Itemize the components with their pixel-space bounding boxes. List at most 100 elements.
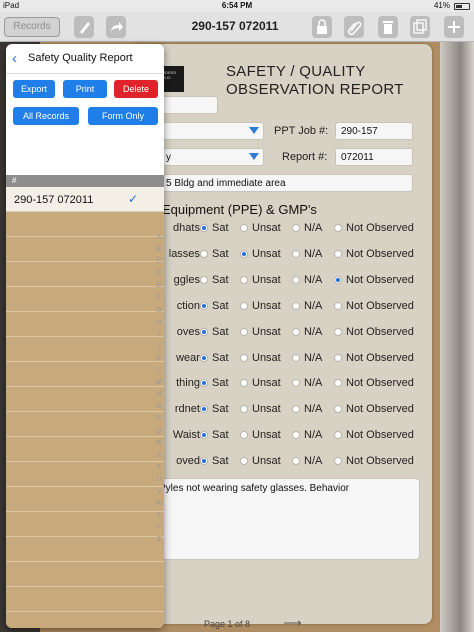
radio-option[interactable]: Not Observed xyxy=(334,429,414,441)
radio-option[interactable]: Sat xyxy=(200,377,229,389)
index-letter[interactable]: L xyxy=(154,365,164,377)
ppt-job-field[interactable]: 290-157 xyxy=(335,122,413,140)
radio-button-icon[interactable] xyxy=(292,457,300,466)
index-letter[interactable]: R xyxy=(154,438,164,450)
next-page-arrow-icon[interactable]: ⟶ xyxy=(283,615,302,631)
index-letter[interactable]: V xyxy=(154,486,164,498)
radio-option[interactable]: Sat xyxy=(200,455,229,467)
index-letter[interactable]: T xyxy=(154,462,164,474)
pencil-icon[interactable] xyxy=(74,16,94,38)
radio-button-icon[interactable] xyxy=(240,353,248,362)
radio-button-icon[interactable] xyxy=(334,275,342,284)
radio-button-icon[interactable] xyxy=(292,431,300,440)
radio-button-icon[interactable] xyxy=(292,249,300,258)
index-letter[interactable]: Z xyxy=(154,534,164,546)
radio-option[interactable]: Not Observed xyxy=(334,455,414,467)
index-letter[interactable]: S xyxy=(154,450,164,462)
radio-option[interactable]: N/A xyxy=(292,248,322,260)
radio-button-icon[interactable] xyxy=(292,224,300,232)
radio-option[interactable]: N/A xyxy=(292,300,322,312)
radio-button-icon[interactable] xyxy=(334,224,342,232)
location-dropdown[interactable]: y xyxy=(160,148,264,166)
index-letter[interactable]: Q xyxy=(154,426,164,438)
radio-button-icon[interactable] xyxy=(200,353,208,362)
radio-option[interactable]: Unsat xyxy=(240,429,281,441)
radio-option[interactable]: Sat xyxy=(200,300,229,312)
index-letter[interactable]: O xyxy=(154,401,164,413)
radio-option[interactable]: Unsat xyxy=(240,455,281,467)
radio-button-icon[interactable] xyxy=(334,431,342,440)
location-field[interactable]: 5 Bldg and immediate area xyxy=(160,174,413,192)
index-letter[interactable]: D xyxy=(154,268,164,280)
radio-button-icon[interactable] xyxy=(200,224,208,232)
record-row[interactable]: 290-157 072011 ✓ xyxy=(6,187,164,212)
index-letter[interactable]: A xyxy=(154,232,164,244)
radio-option[interactable]: Not Observed xyxy=(334,274,414,286)
radio-option[interactable]: N/A xyxy=(292,455,322,467)
radio-option[interactable]: Sat xyxy=(200,274,229,286)
radio-option[interactable]: Unsat xyxy=(240,352,281,364)
form-only-button[interactable]: Form Only xyxy=(88,107,158,125)
index-letter[interactable]: X xyxy=(154,510,164,522)
radio-option[interactable]: N/A xyxy=(292,274,322,286)
export-button[interactable]: Export xyxy=(13,80,55,98)
alphabet-index[interactable]: ABCDEFGHIJKLMNOPQRSTUVWXYZ xyxy=(154,232,164,546)
radio-option[interactable]: Not Observed xyxy=(334,403,414,415)
radio-button-icon[interactable] xyxy=(334,353,342,362)
index-letter[interactable]: H xyxy=(154,317,164,329)
radio-button-icon[interactable] xyxy=(240,327,248,336)
all-records-button[interactable]: All Records xyxy=(13,107,79,125)
radio-button-icon[interactable] xyxy=(240,457,248,466)
radio-button-icon[interactable] xyxy=(292,405,300,414)
radio-button-icon[interactable] xyxy=(240,379,248,388)
index-letter[interactable]: J xyxy=(154,341,164,353)
radio-option[interactable]: Unsat xyxy=(240,300,281,312)
radio-button-icon[interactable] xyxy=(200,431,208,440)
print-button[interactable]: Print xyxy=(63,80,107,98)
radio-option[interactable]: Not Observed xyxy=(334,248,414,260)
index-letter[interactable]: P xyxy=(154,413,164,425)
back-chevron-icon[interactable]: ‹ xyxy=(12,50,17,67)
radio-option[interactable]: Not Observed xyxy=(334,352,414,364)
radio-button-icon[interactable] xyxy=(292,301,300,310)
radio-option[interactable]: Sat xyxy=(200,429,229,441)
radio-button-icon[interactable] xyxy=(200,457,208,466)
radio-button-icon[interactable] xyxy=(200,301,208,310)
index-letter[interactable]: M xyxy=(154,377,164,389)
radio-button-icon[interactable] xyxy=(200,327,208,336)
radio-button-icon[interactable] xyxy=(334,379,342,388)
radio-option[interactable]: Unsat xyxy=(240,326,281,338)
radio-button-icon[interactable] xyxy=(240,249,248,258)
share-icon[interactable] xyxy=(106,16,126,38)
radio-option[interactable]: N/A xyxy=(292,429,322,441)
radio-button-icon[interactable] xyxy=(292,327,300,336)
radio-button-icon[interactable] xyxy=(334,301,342,310)
radio-option[interactable]: N/A xyxy=(292,222,322,234)
radio-option[interactable]: N/A xyxy=(292,377,322,389)
radio-option[interactable]: Unsat xyxy=(240,248,281,260)
radio-option[interactable]: Sat xyxy=(200,326,229,338)
copy-icon[interactable] xyxy=(410,16,430,38)
radio-button-icon[interactable] xyxy=(240,224,248,232)
index-letter[interactable]: I xyxy=(154,329,164,341)
index-letter[interactable]: K xyxy=(154,353,164,365)
report-number-field[interactable]: 072011 xyxy=(335,148,413,166)
index-letter[interactable]: U xyxy=(154,474,164,486)
radio-option[interactable]: N/A xyxy=(292,352,322,364)
radio-option[interactable]: N/A xyxy=(292,326,322,338)
radio-option[interactable]: Unsat xyxy=(240,222,281,234)
radio-option[interactable]: Unsat xyxy=(240,403,281,415)
radio-option[interactable]: Not Observed xyxy=(334,222,414,234)
radio-button-icon[interactable] xyxy=(240,431,248,440)
index-letter[interactable]: Y xyxy=(154,522,164,534)
radio-option[interactable]: Sat xyxy=(200,248,229,260)
project-dropdown[interactable] xyxy=(160,122,264,140)
index-letter[interactable]: G xyxy=(154,305,164,317)
comments-field[interactable]: Pyles not wearing safety glasses. Behavi… xyxy=(150,478,420,560)
radio-button-icon[interactable] xyxy=(334,457,342,466)
delete-button[interactable]: Delete xyxy=(114,80,158,98)
add-icon[interactable] xyxy=(444,16,464,38)
radio-button-icon[interactable] xyxy=(334,249,342,258)
attach-icon[interactable] xyxy=(344,16,364,38)
radio-button-icon[interactable] xyxy=(200,405,208,414)
